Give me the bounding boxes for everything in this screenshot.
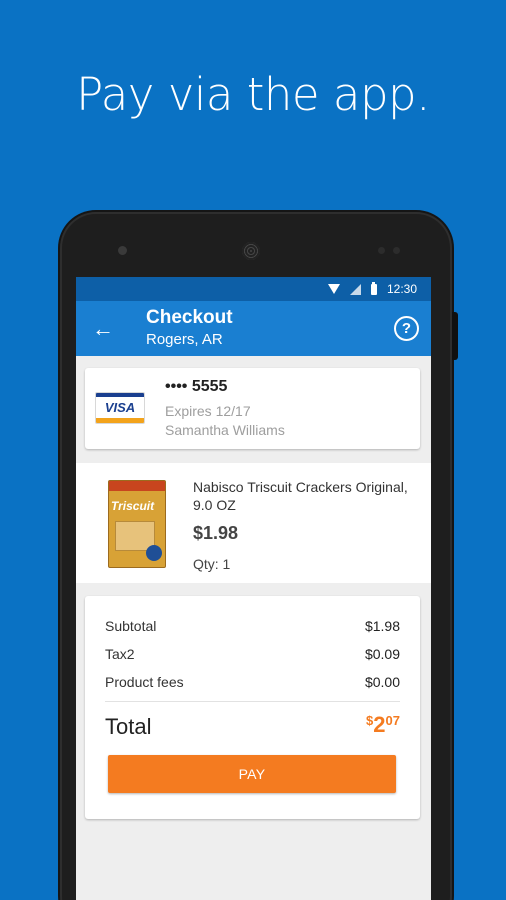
card-expiry: Expires 12/17: [165, 403, 251, 419]
wifi-icon: [327, 284, 340, 294]
product-name: Nabisco Triscuit Crackers Original, 9.0 …: [193, 479, 408, 513]
product-image: Triscuit: [108, 480, 166, 568]
power-button: [452, 312, 458, 360]
battery-icon: [370, 281, 377, 295]
summary-amount: $0.00: [364, 674, 400, 690]
earpiece-speaker: [242, 242, 260, 260]
summary-label: Tax2: [105, 646, 135, 662]
total-dollars: 2: [373, 712, 386, 737]
card-number: •••• 5555: [165, 378, 228, 395]
product-image-brand: Triscuit: [111, 499, 155, 513]
summary-label: Subtotal: [105, 618, 157, 634]
store-location: Rogers, AR: [146, 331, 223, 348]
card-holder-name: Samantha Williams: [165, 422, 285, 438]
app-bar: ← Checkout Rogers, AR ?: [76, 301, 431, 356]
total-amount: $207: [366, 712, 400, 738]
summary-label: Product fees: [105, 674, 184, 690]
phone-screen: 12:30 ← Checkout Rogers, AR ? VISA •••• …: [76, 277, 431, 900]
summary-row-tax: Tax2 $0.09: [105, 646, 400, 662]
proximity-sensor: [378, 247, 402, 254]
product-price: $1.98: [193, 523, 239, 543]
status-time: 12:30: [386, 282, 417, 296]
signal-icon: [349, 283, 361, 295]
summary-divider: [105, 701, 400, 702]
page-title: Checkout: [146, 307, 233, 328]
summary-amount: $0.09: [364, 646, 400, 662]
summary-row-subtotal: Subtotal $1.98: [105, 618, 400, 634]
pay-button[interactable]: PAY: [108, 755, 396, 793]
total-cents: 07: [385, 713, 400, 728]
front-camera: [118, 246, 127, 255]
app-bar-titles: Checkout Rogers, AR: [146, 307, 233, 350]
visa-card-icon: VISA: [95, 392, 145, 424]
total-label: Total: [105, 714, 152, 739]
order-summary: Subtotal $1.98 Tax2 $0.09 Product fees $…: [85, 596, 420, 819]
help-icon[interactable]: ?: [394, 316, 419, 341]
headline: Pay via the app.: [76, 68, 430, 121]
card-brand: VISA: [104, 400, 136, 415]
product-quantity: Qty: 1: [193, 556, 231, 572]
status-bar: 12:30: [76, 277, 431, 301]
summary-row-fees: Product fees $0.00: [105, 674, 400, 690]
cart-item[interactable]: Triscuit Nabisco Triscuit Crackers Origi…: [76, 463, 431, 583]
back-arrow-icon[interactable]: ←: [76, 301, 130, 356]
payment-method-card[interactable]: VISA •••• 5555 Expires 12/17 Samantha Wi…: [85, 368, 420, 449]
summary-amount: $1.98: [364, 618, 400, 634]
